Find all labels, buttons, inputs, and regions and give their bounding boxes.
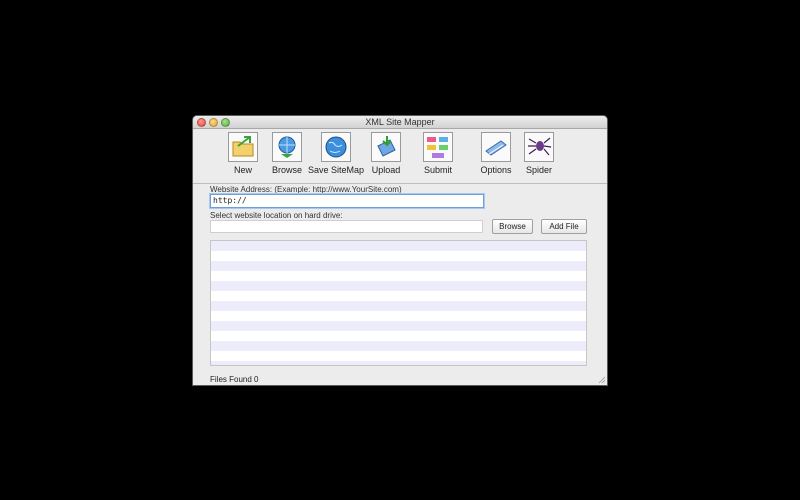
upload-button[interactable]: Upload [356,132,416,175]
new-folder-icon [228,132,258,162]
upload-icon [371,132,401,162]
list-row [211,301,586,311]
list-row [211,251,586,261]
list-row [211,321,586,331]
list-row [211,241,586,251]
files-list[interactable] [210,240,587,366]
window-title: XML Site Mapper [365,117,435,127]
address-label: Website Address: (Example: http://www.Yo… [210,185,402,194]
list-row [211,341,586,351]
location-path-input[interactable] [210,220,483,233]
list-row [211,311,586,321]
list-row [211,361,586,365]
files-found-status: Files Found 0 [210,375,259,384]
website-address-input[interactable]: http:// [210,194,484,208]
globe-icon [321,132,351,162]
browse-location-button[interactable]: Browse [492,219,533,234]
toolbar: New Browse Save SiteMap Upload Submit Op… [193,130,607,184]
list-row [211,261,586,271]
spider-button[interactable]: Spider [509,132,569,175]
app-window: XML Site Mapper New Browse Save SiteMap … [192,115,608,386]
zoom-window-button[interactable] [221,118,230,127]
list-row [211,291,586,301]
list-row [211,271,586,281]
spider-icon [524,132,554,162]
submit-icon [423,132,453,162]
window-controls [197,118,230,127]
minimize-window-button[interactable] [209,118,218,127]
location-label: Select website location on hard drive: [210,211,343,220]
resize-grip-icon[interactable] [598,376,606,384]
browse-globe-icon [272,132,302,162]
list-row [211,331,586,341]
add-file-button[interactable]: Add File [541,219,587,234]
list-row [211,351,586,361]
submit-button[interactable]: Submit [408,132,468,175]
options-icon [481,132,511,162]
close-window-button[interactable] [197,118,206,127]
list-row [211,281,586,291]
title-bar[interactable]: XML Site Mapper [193,116,607,129]
